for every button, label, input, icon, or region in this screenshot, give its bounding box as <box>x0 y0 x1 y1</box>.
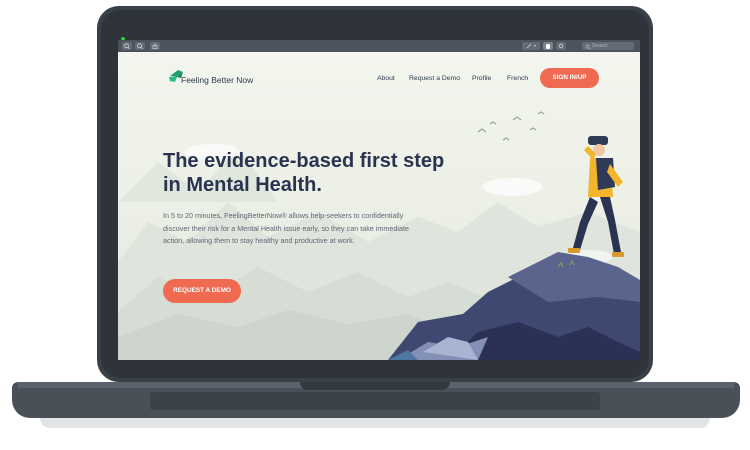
laptop-keyboard <box>150 392 600 410</box>
share-icon[interactable] <box>150 42 160 50</box>
search-placeholder: Search <box>592 43 608 49</box>
gear-icon[interactable] <box>556 42 566 50</box>
nav-french[interactable]: French <box>507 75 528 82</box>
search-input[interactable]: Search <box>582 42 634 50</box>
hero-description: In 5 to 20 minutes, FeelingBetterNow® al… <box>163 211 409 245</box>
hand-icon[interactable] <box>543 42 553 50</box>
laptop-screen: Search Feeling Better Now About Request … <box>118 40 640 360</box>
hero-background-illustration <box>118 52 640 360</box>
search-icon <box>585 44 591 50</box>
zoom-out-icon[interactable] <box>122 42 132 50</box>
nav-about[interactable]: About <box>377 75 395 82</box>
nav-profile[interactable]: Profile <box>472 75 491 82</box>
website-page: Feeling Better Now About Request a Demo … <box>118 52 640 360</box>
pen-icon[interactable] <box>522 42 540 50</box>
hero-title: The evidence-based first step in Mental … <box>163 150 445 196</box>
laptop-shadow <box>40 418 710 428</box>
nav-request-demo[interactable]: Request a Demo <box>409 75 460 82</box>
zoom-in-icon[interactable] <box>135 42 145 50</box>
browser-toolbar: Search <box>118 40 640 52</box>
sign-in-up-button[interactable]: SIGN IN/UP <box>540 68 599 88</box>
laptop-hinge <box>300 382 450 390</box>
brand-logo-text[interactable]: Feeling Better Now <box>181 75 253 85</box>
request-demo-button[interactable]: REQUEST A DEMO <box>163 279 241 303</box>
